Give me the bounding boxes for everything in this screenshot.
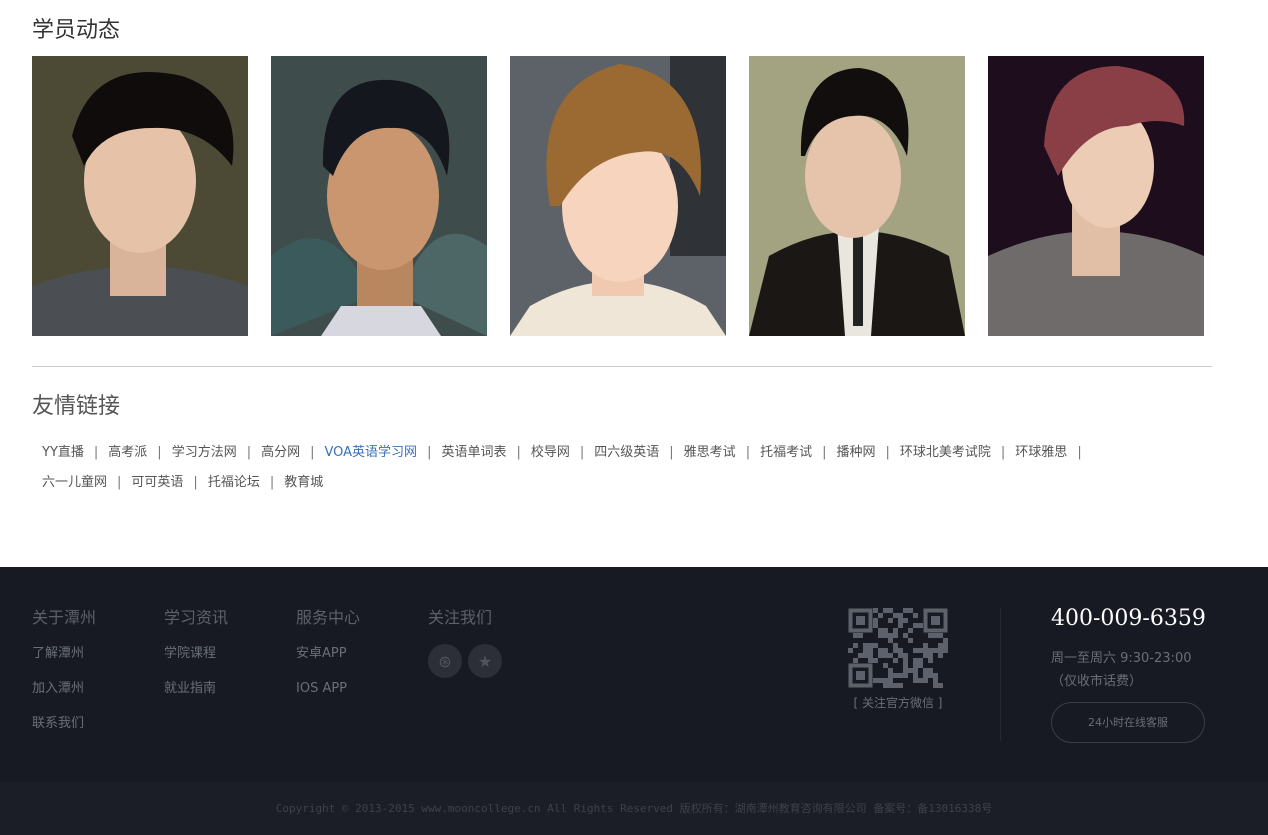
student-photo-4[interactable] [749,56,965,336]
footer-col-service: 服务中心 安卓APP IOS APP [296,604,360,714]
friend-link[interactable]: 环球雅思 [1005,445,1077,460]
friend-link[interactable]: 教育城 [274,475,333,490]
friend-link[interactable]: 六一儿童网 [32,475,117,490]
footer-link-learn-about[interactable]: 了解潭州 [32,644,96,679]
footer-col-follow: 关注我们 ⊛ ★ [428,604,502,678]
student-photo-2[interactable] [271,56,487,336]
qr-code-label: [ 关注官方微信 ] [853,696,943,710]
friend-link[interactable]: 英语单词表 [431,445,516,460]
footer-news-title: 学习资讯 [164,608,229,627]
friend-link[interactable]: 播种网 [826,445,885,460]
student-photo-3[interactable] [510,56,726,336]
friend-links-list: YY直播 | 高考派 | 学习方法网 | 高分网 | VOA英语学习网 | 英语单词表 | 校导网 | 四六… [32,438,1182,498]
friend-link[interactable]: YY直播 [32,445,94,460]
link-separator: | [669,445,674,460]
wechat-qr-code [848,608,948,688]
students-section-title: 学员动态 [32,18,121,43]
links-section-title: 友情链接 [32,394,121,419]
footer-follow-title: 关注我们 [428,608,493,627]
friend-link[interactable]: 高考派 [98,445,157,460]
link-separator: | [1077,445,1082,460]
friend-link[interactable]: 学习方法网 [162,445,247,460]
section-divider [32,366,1212,367]
copyright-text: Copyright © 2013-2015 www.mooncollege.cn… [275,802,993,815]
footer-link-android-app[interactable]: 安卓APP [296,644,360,679]
footer-col-news: 学习资讯 学院课程 就业指南 [164,604,228,714]
friend-link[interactable]: 校导网 [521,445,580,460]
footer-bottom-bar: Copyright © 2013-2015 www.mooncollege.cn… [0,782,1268,835]
footer-link-career-guide[interactable]: 就业指南 [164,679,228,714]
service-hours: 周一至周六 9:30-23:00 （仅收市话费） [1051,647,1191,693]
footer-vertical-divider [1000,608,1001,741]
link-separator: | [310,445,315,460]
star-icon[interactable]: ★ [468,644,502,678]
online-service-button[interactable]: 24小时在线客服 [1051,702,1205,743]
friend-link[interactable]: 托福论坛 [198,475,270,490]
footer-col-about: 关于潭州 了解潭州 加入潭州 联系我们 [32,604,96,749]
service-hours-time: 周一至周六 9:30-23:00 [1051,651,1192,666]
footer-link-join[interactable]: 加入潭州 [32,679,96,714]
footer-link-courses[interactable]: 学院课程 [164,644,228,679]
friend-link[interactable]: 雅思考试 [674,445,746,460]
footer-link-ios-app[interactable]: IOS APP [296,679,360,714]
student-photo-5[interactable] [988,56,1204,336]
friend-link[interactable]: 环球北美考试院 [890,445,1001,460]
hotline-number: 400-009-6359 [1051,606,1206,631]
friend-link[interactable]: 高分网 [251,445,310,460]
friend-link[interactable]: 四六级英语 [584,445,669,460]
student-photo-1[interactable] [32,56,248,336]
friend-link[interactable]: VOA英语学习网 [315,445,428,460]
service-hours-note: （仅收市话费） [1051,674,1143,689]
friend-link[interactable]: 可可英语 [121,475,193,490]
footer-service-title: 服务中心 [296,608,361,627]
footer-about-title: 关于潭州 [32,608,97,627]
weibo-icon[interactable]: ⊛ [428,644,462,678]
footer-link-contact[interactable]: 联系我们 [32,714,96,749]
friend-link[interactable]: 托福考试 [750,445,822,460]
student-photo-gallery [32,56,1212,336]
